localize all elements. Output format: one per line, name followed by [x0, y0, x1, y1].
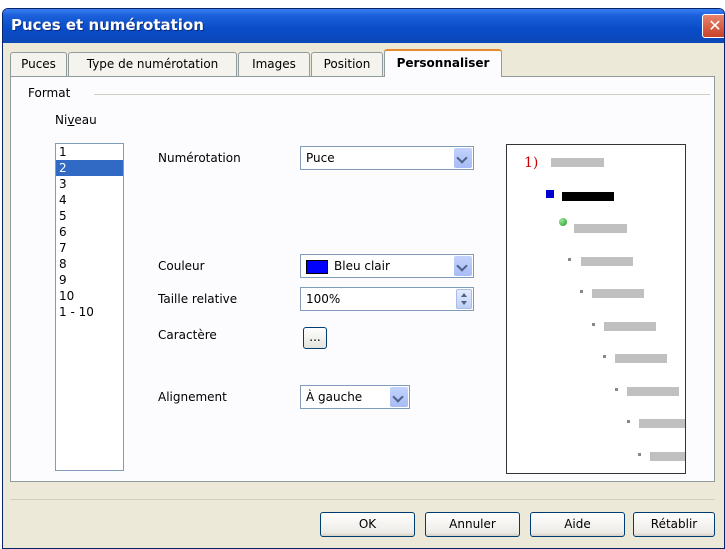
tab-puces[interactable]: Puces	[10, 52, 67, 76]
preview-dot-bullet	[638, 453, 641, 456]
niveau-item-6[interactable]: 6	[56, 224, 123, 240]
reset-button[interactable]: Rétablir	[633, 512, 715, 537]
couleur-select[interactable]: Bleu clair	[300, 254, 474, 278]
preview-dot-bullet	[615, 388, 618, 391]
window-title: Puces et numérotation	[11, 16, 204, 34]
tab-position[interactable]: Position	[311, 52, 383, 76]
niveau-item-all[interactable]: 1 - 10	[56, 304, 123, 320]
tab-type-numerotation[interactable]: Type de numérotation	[68, 52, 237, 76]
taille-label: Taille relative	[158, 292, 238, 306]
format-group-legend: Format	[28, 86, 76, 100]
niveau-item-4[interactable]: 4	[56, 192, 123, 208]
help-button[interactable]: Aide	[530, 512, 625, 537]
preview-line-10	[650, 452, 685, 461]
preview-dot-bullet	[603, 355, 606, 358]
preview-line-6	[604, 322, 656, 331]
bottom-separator	[10, 499, 715, 500]
chevron-down-icon[interactable]	[454, 256, 472, 276]
niveau-listbox[interactable]: 1 2 3 4 5 6 7 8 9 10 1 - 10	[55, 143, 124, 471]
alignement-label: Alignement	[158, 390, 227, 404]
ok-button[interactable]: OK	[320, 512, 415, 537]
niveau-item-9[interactable]: 9	[56, 272, 123, 288]
preview-line-8	[627, 387, 679, 396]
niveau-item-8[interactable]: 8	[56, 256, 123, 272]
niveau-item-10[interactable]: 10	[56, 288, 123, 304]
preview-panel: 1)	[506, 144, 686, 474]
tab-personnaliser[interactable]: Personnaliser	[384, 49, 502, 77]
taille-value: 100%	[306, 292, 341, 306]
preview-dot-bullet	[580, 290, 583, 293]
preview-line-1	[551, 158, 604, 167]
couleur-value: Bleu clair	[334, 259, 390, 273]
chevron-down-icon[interactable]	[454, 148, 472, 168]
alignement-select[interactable]: À gauche	[300, 385, 410, 409]
title-bar[interactable]: Puces et numérotation ✕	[3, 9, 724, 43]
preview-number: 1)	[524, 155, 539, 171]
preview-ball-bullet	[559, 218, 567, 226]
couleur-label: Couleur	[158, 259, 205, 273]
preview-dot-bullet	[568, 258, 571, 261]
preview-dot-bullet	[592, 323, 595, 326]
preview-line-4	[581, 257, 633, 266]
format-group-line	[94, 94, 710, 95]
taille-spinbox[interactable]: 100%	[300, 287, 474, 311]
preview-square-bullet	[546, 190, 554, 198]
numerotation-label: Numérotation	[158, 151, 241, 165]
preview-dot-bullet	[627, 420, 630, 423]
close-icon[interactable]: ✕	[702, 14, 724, 38]
niveau-item-1[interactable]: 1	[56, 144, 123, 160]
cancel-button[interactable]: Annuler	[425, 512, 520, 537]
caractere-label: Caractère	[158, 328, 217, 342]
preview-line-5	[592, 289, 644, 298]
preview-line-7	[615, 354, 667, 363]
alignement-value: À gauche	[306, 390, 363, 404]
numerotation-value: Puce	[306, 151, 335, 165]
preview-line-2	[562, 192, 614, 201]
color-swatch	[306, 259, 328, 274]
preview-line-3	[574, 224, 627, 233]
preview-line-9	[639, 419, 685, 428]
spin-icon[interactable]	[456, 289, 472, 309]
niveau-item-2[interactable]: 2	[56, 160, 123, 176]
niveau-item-5[interactable]: 5	[56, 208, 123, 224]
chevron-down-icon[interactable]	[390, 387, 408, 407]
numerotation-select[interactable]: Puce	[300, 146, 474, 170]
caractere-button[interactable]: ...	[303, 327, 327, 349]
niveau-label: Niveau	[55, 113, 97, 127]
tab-images[interactable]: Images	[238, 52, 310, 76]
niveau-item-3[interactable]: 3	[56, 176, 123, 192]
niveau-item-7[interactable]: 7	[56, 240, 123, 256]
